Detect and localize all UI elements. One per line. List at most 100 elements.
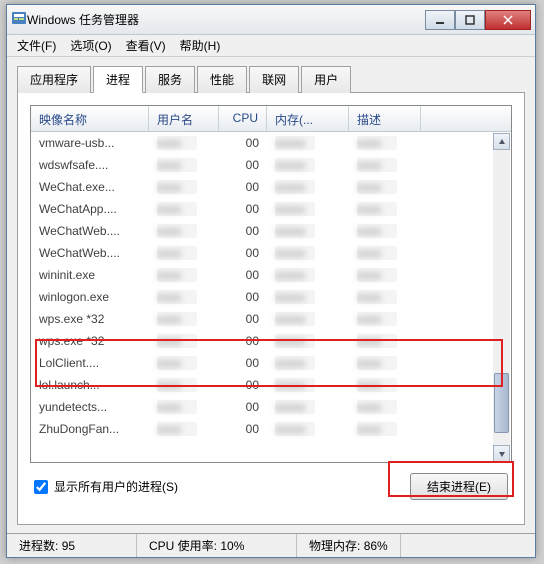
titlebar[interactable]: Windows 任务管理器: [7, 5, 535, 35]
tab-users[interactable]: 用户: [301, 66, 351, 93]
cell-description: xxxx: [349, 287, 421, 307]
cell-user-name: xxxx: [149, 353, 219, 373]
cell-cpu: 00: [219, 155, 267, 175]
cell-memory: xxxxx: [267, 309, 349, 329]
cell-user-name: xxxx: [149, 243, 219, 263]
cell-cpu: 00: [219, 287, 267, 307]
col-memory[interactable]: 内存(...: [267, 106, 349, 131]
table-row[interactable]: lol.launch...xxxx00xxxxxxxxx: [31, 374, 511, 396]
cell-memory: xxxxx: [267, 353, 349, 373]
cell-user-name: xxxx: [149, 309, 219, 329]
table-row[interactable]: wps.exe *32xxxx00xxxxxxxxx: [31, 308, 511, 330]
cell-cpu: 00: [219, 309, 267, 329]
cell-memory: xxxxx: [267, 221, 349, 241]
end-process-button[interactable]: 结束进程(E): [410, 473, 508, 500]
scroll-down-arrow[interactable]: [493, 445, 510, 462]
cell-cpu: 00: [219, 133, 267, 153]
cell-cpu: 00: [219, 353, 267, 373]
cell-cpu: 00: [219, 177, 267, 197]
col-image-name[interactable]: 映像名称: [31, 106, 149, 131]
cell-cpu: 00: [219, 375, 267, 395]
table-row[interactable]: vmware-usb...xxxx00xxxxxxxxx: [31, 132, 511, 154]
status-bar: 进程数: 95 CPU 使用率: 10% 物理内存: 86%: [7, 533, 535, 557]
tab-bar: 应用程序 进程 服务 性能 联网 用户: [17, 65, 525, 93]
scroll-up-arrow[interactable]: [493, 133, 510, 150]
cell-cpu: 00: [219, 331, 267, 351]
scroll-thumb[interactable]: [494, 373, 509, 433]
col-description[interactable]: 描述: [349, 106, 421, 131]
table-row[interactable]: ZhuDongFan...xxxx00xxxxxxxxx: [31, 418, 511, 440]
cell-cpu: 00: [219, 265, 267, 285]
cell-image-name: wps.exe *32: [31, 331, 149, 351]
cell-description: xxxx: [349, 243, 421, 263]
cell-image-name: WeChat.exe...: [31, 177, 149, 197]
cell-image-name: LolClient....: [31, 353, 149, 373]
cell-description: xxxx: [349, 265, 421, 285]
cell-user-name: xxxx: [149, 221, 219, 241]
cell-user-name: xxxx: [149, 375, 219, 395]
list-body: vmware-usb...xxxx00xxxxxxxxxwdswfsafe...…: [31, 132, 511, 462]
vertical-scrollbar[interactable]: [493, 133, 510, 462]
table-row[interactable]: wps.exe *32xxxx00xxxxxxxxx: [31, 330, 511, 352]
cell-memory: xxxxx: [267, 133, 349, 153]
cell-image-name: yundetects...: [31, 397, 149, 417]
cell-cpu: 00: [219, 199, 267, 219]
cell-description: xxxx: [349, 397, 421, 417]
cell-image-name: WeChatWeb....: [31, 243, 149, 263]
table-row[interactable]: WeChatWeb....xxxx00xxxxxxxxx: [31, 242, 511, 264]
cell-description: xxxx: [349, 353, 421, 373]
col-cpu[interactable]: CPU: [219, 106, 267, 131]
cell-image-name: ZhuDongFan...: [31, 419, 149, 439]
cell-memory: xxxxx: [267, 375, 349, 395]
cell-description: xxxx: [349, 155, 421, 175]
cell-user-name: xxxx: [149, 331, 219, 351]
table-row[interactable]: wininit.exexxxx00xxxxxxxxx: [31, 264, 511, 286]
cell-description: xxxx: [349, 221, 421, 241]
menu-options[interactable]: 选项(O): [70, 37, 111, 54]
show-all-users-checkbox[interactable]: 显示所有用户的进程(S): [34, 478, 178, 495]
cell-user-name: xxxx: [149, 177, 219, 197]
cell-memory: xxxxx: [267, 397, 349, 417]
tab-performance[interactable]: 性能: [197, 66, 247, 93]
cell-image-name: lol.launch...: [31, 375, 149, 395]
table-row[interactable]: WeChatApp....xxxx00xxxxxxxxx: [31, 198, 511, 220]
cell-cpu: 00: [219, 243, 267, 263]
table-row[interactable]: WeChatWeb....xxxx00xxxxxxxxx: [31, 220, 511, 242]
window-title: Windows 任务管理器: [27, 11, 425, 28]
cell-user-name: xxxx: [149, 133, 219, 153]
table-row[interactable]: wdswfsafe....xxxx00xxxxxxxxx: [31, 154, 511, 176]
menu-view[interactable]: 查看(V): [126, 37, 166, 54]
menu-help[interactable]: 帮助(H): [180, 37, 221, 54]
menubar: 文件(F) 选项(O) 查看(V) 帮助(H): [7, 35, 535, 57]
table-row[interactable]: yundetects...xxxx00xxxxxxxxx: [31, 396, 511, 418]
cell-image-name: vmware-usb...: [31, 133, 149, 153]
col-user-name[interactable]: 用户名: [149, 106, 219, 131]
cell-memory: xxxxx: [267, 287, 349, 307]
cell-cpu: 00: [219, 221, 267, 241]
table-row[interactable]: winlogon.exexxxx00xxxxxxxxx: [31, 286, 511, 308]
cell-image-name: WeChatApp....: [31, 199, 149, 219]
maximize-button[interactable]: [455, 10, 485, 30]
process-list[interactable]: 映像名称 用户名 CPU 内存(... 描述 vmware-usb...xxxx…: [30, 105, 512, 463]
cell-user-name: xxxx: [149, 397, 219, 417]
menu-file[interactable]: 文件(F): [17, 37, 56, 54]
app-icon: [11, 10, 27, 29]
status-process-count: 进程数: 95: [7, 534, 137, 557]
tab-applications[interactable]: 应用程序: [17, 66, 91, 93]
cell-memory: xxxxx: [267, 177, 349, 197]
cell-image-name: winlogon.exe: [31, 287, 149, 307]
cell-memory: xxxxx: [267, 331, 349, 351]
close-button[interactable]: [485, 10, 531, 30]
table-row[interactable]: LolClient....xxxx00xxxxxxxxx: [31, 352, 511, 374]
cell-description: xxxx: [349, 177, 421, 197]
cell-description: xxxx: [349, 199, 421, 219]
tab-processes[interactable]: 进程: [93, 66, 143, 93]
tab-networking[interactable]: 联网: [249, 66, 299, 93]
tab-content: 映像名称 用户名 CPU 内存(... 描述 vmware-usb...xxxx…: [17, 93, 525, 525]
table-row[interactable]: WeChat.exe...xxxx00xxxxxxxxx: [31, 176, 511, 198]
tab-services[interactable]: 服务: [145, 66, 195, 93]
cell-user-name: xxxx: [149, 199, 219, 219]
cell-image-name: wps.exe *32: [31, 309, 149, 329]
minimize-button[interactable]: [425, 10, 455, 30]
show-all-users-input[interactable]: [34, 480, 48, 494]
